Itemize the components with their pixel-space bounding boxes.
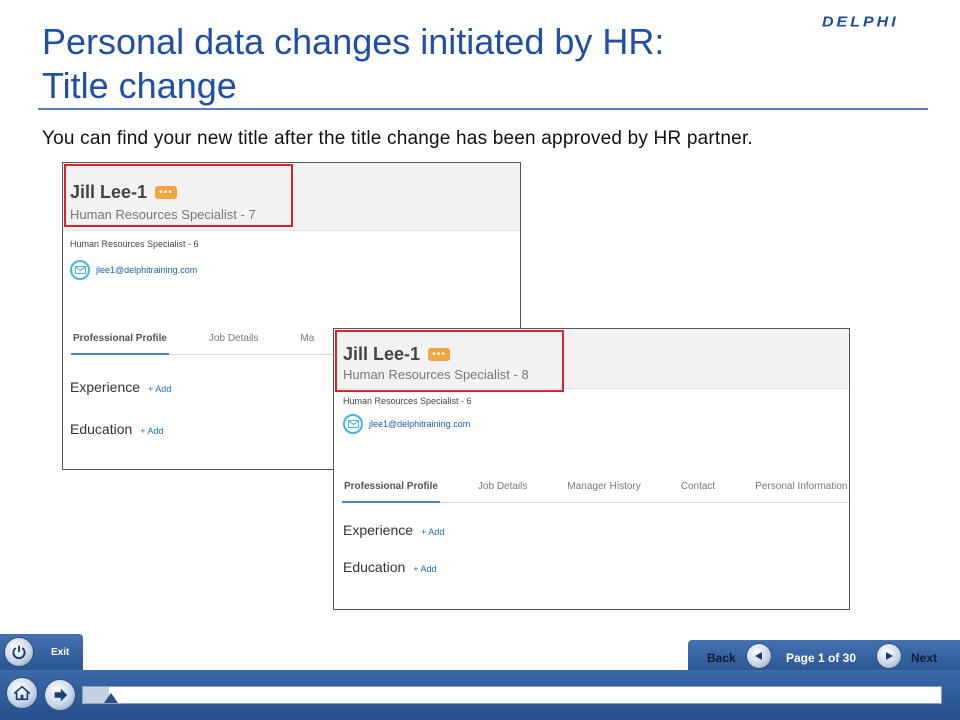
next-icon[interactable] (876, 643, 902, 669)
education-section: Education + Add (70, 421, 164, 437)
profile-card-after: Jill Lee-1 ••• Human Resources Specialis… (333, 328, 850, 610)
tab-job-details[interactable]: Job Details (207, 329, 260, 355)
slide-title-line2: Title change (42, 65, 237, 106)
email-row[interactable]: jlee1@delphitraining.com (70, 260, 197, 280)
exit-icon[interactable] (4, 637, 34, 667)
progress-bar[interactable] (82, 686, 942, 704)
tab-contact[interactable]: Contact (679, 477, 717, 503)
profile-tabs: Professional Profile Job Details Manager… (342, 477, 849, 503)
experience-section: Experience + Add (343, 522, 444, 538)
experience-label: Experience (70, 379, 141, 395)
back-icon[interactable] (746, 643, 772, 669)
mail-icon[interactable] (343, 414, 363, 434)
tab-personal-information[interactable]: Personal Information (753, 477, 849, 503)
email-link[interactable]: jlee1@delphitraining.com (369, 419, 470, 429)
tab-job-details[interactable]: Job Details (476, 477, 529, 503)
add-education-link[interactable]: + Add (413, 564, 436, 574)
home-icon[interactable] (6, 677, 38, 709)
sub-title: Human Resources Specialist - 6 (70, 239, 199, 249)
intro-text: You can find your new title after the ti… (42, 128, 753, 149)
page-indicator: Page 1 of 30 (786, 651, 857, 665)
progress-marker-icon[interactable] (104, 693, 118, 703)
tab-manager-history[interactable]: Ma (298, 329, 316, 355)
forward-icon[interactable] (44, 679, 76, 711)
education-section: Education + Add (343, 559, 437, 575)
education-label: Education (70, 421, 133, 437)
add-education-link[interactable]: + Add (140, 426, 163, 436)
mail-icon[interactable] (70, 260, 90, 280)
email-row[interactable]: jlee1@delphitraining.com (343, 414, 470, 434)
title-divider (38, 108, 928, 110)
add-experience-link[interactable]: + Add (421, 527, 444, 537)
back-button[interactable]: Back (707, 651, 736, 665)
experience-label: Experience (343, 522, 414, 538)
email-link[interactable]: jlee1@delphitraining.com (96, 265, 197, 275)
slide-title-line1: Personal data changes initiated by HR: (42, 21, 665, 62)
education-label: Education (343, 559, 406, 575)
title-highlight-box (335, 330, 564, 392)
add-experience-link[interactable]: + Add (148, 384, 171, 394)
tab-professional-profile[interactable]: Professional Profile (71, 329, 169, 355)
title-highlight-box (64, 164, 293, 227)
sub-title: Human Resources Specialist - 6 (343, 396, 472, 406)
tab-manager-history[interactable]: Manager History (565, 477, 642, 503)
experience-section: Experience + Add (70, 379, 171, 395)
slide-title: Personal data changes initiated by HR: T… (42, 20, 802, 108)
exit-button[interactable]: Exit (51, 647, 69, 658)
next-button[interactable]: Next (911, 651, 937, 665)
delphi-logo: DELPHI (822, 14, 899, 31)
tab-professional-profile[interactable]: Professional Profile (342, 477, 440, 503)
